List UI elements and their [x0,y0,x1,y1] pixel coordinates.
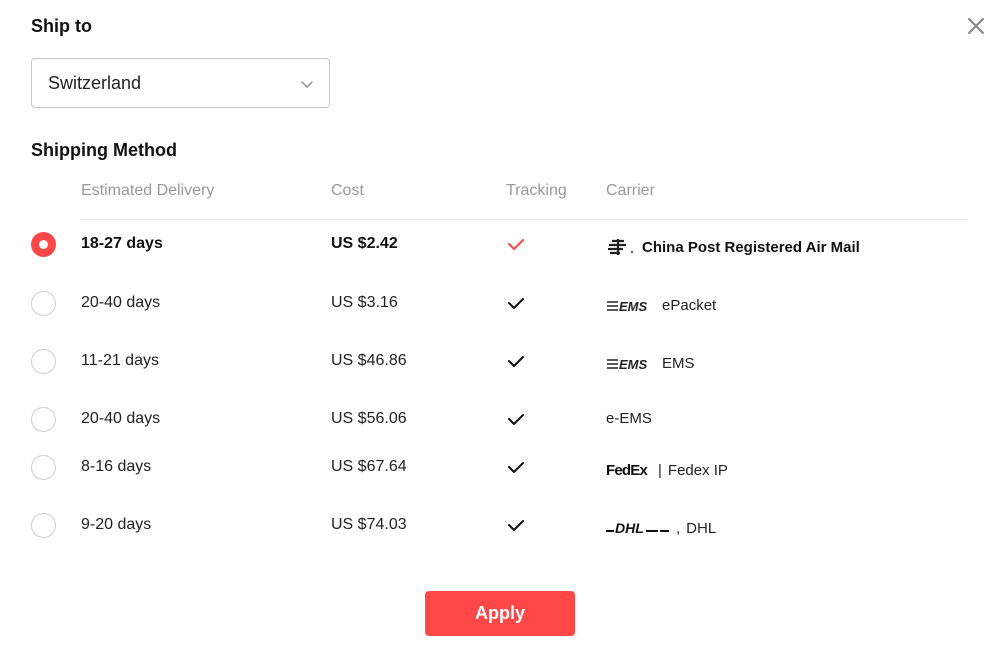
china-post-logo-icon [608,239,633,255]
shipping-cost: US $3.16 [331,294,398,311]
ship-to-title: Ship to [31,16,92,36]
dhl-logo-icon: DHL [606,520,669,536]
tracking-check-icon [508,239,524,250]
delivery-time: 20-40 days [81,410,161,427]
carrier-info: EMS ePacket [606,297,716,314]
delivery-time: 8-16 days [81,458,152,475]
shipping-cost: US $67.64 [331,458,407,475]
carrier-name: DHL [686,519,717,537]
shipping-row-fedex[interactable]: 8-16 days US $67.64 FedEx | Fedex IP [0,447,998,487]
country-select[interactable]: Switzerland [31,58,330,108]
svg-text:EMS: EMS [619,299,648,314]
radio-button[interactable] [31,455,56,480]
shipping-row-ems[interactable]: 11-21 days US $46.86 EMS EMS [0,341,998,381]
carrier-info: EMS EMS [606,355,695,372]
shipping-cost: US $2.42 [331,235,398,252]
fedex-logo-icon: FedEx [606,462,649,479]
delivery-time: 18-27 days [81,235,163,252]
svg-text:FedEx: FedEx [606,462,648,479]
column-header-carrier: Carrier [606,182,655,199]
radio-button-selected[interactable] [31,232,56,257]
carrier-name: China Post Registered Air Mail [642,238,860,256]
tracking-check-icon [508,520,524,531]
ems-logo-icon: EMS [607,357,648,372]
chevron-down-icon [301,81,313,88]
carrier-info: e-EMS [606,410,652,427]
tracking-check-icon [508,356,524,367]
shipping-row-china-post[interactable]: 18-27 days US $2.42 China Post Registere… [0,224,998,264]
carrier-info: DHL , DHL [606,519,716,537]
shipping-row-e-ems[interactable]: 20-40 days US $56.06 e-EMS [0,399,998,439]
carrier-separator: , [676,519,681,537]
radio-button[interactable] [31,291,56,316]
carrier-info: China Post Registered Air Mail [606,237,860,257]
svg-text:EMS: EMS [619,357,648,372]
carrier-separator: | [658,461,662,479]
shipping-cost: US $46.86 [331,352,407,369]
column-header-delivery: Estimated Delivery [81,182,215,199]
carrier-name: e-EMS [606,410,652,427]
carrier-name: Fedex IP [667,461,728,479]
delivery-time: 9-20 days [81,516,152,533]
svg-text:DHL: DHL [615,520,644,536]
tracking-check-icon [508,414,524,425]
column-header-cost: Cost [331,182,364,199]
ems-logo-icon: EMS [607,299,648,314]
radio-button[interactable] [31,407,56,432]
shipping-row-epacket[interactable]: 20-40 days US $3.16 EMS ePacket [0,283,998,323]
carrier-name: EMS [662,355,695,372]
carrier-name: ePacket [662,297,717,314]
shipping-row-dhl[interactable]: 9-20 days US $74.03 DHL , DHL [0,505,998,545]
shipping-method-title: Shipping Method [31,140,177,160]
apply-button[interactable]: Apply [425,591,575,636]
tracking-check-icon [508,298,524,309]
tracking-check-icon [508,462,524,473]
radio-button[interactable] [31,513,56,538]
country-select-value: Switzerland [48,73,142,93]
delivery-time: 11-21 days [81,352,159,369]
column-header-tracking: Tracking [506,182,567,199]
shipping-cost: US $74.03 [331,516,407,533]
radio-button[interactable] [31,349,56,374]
shipping-cost: US $56.06 [331,410,407,427]
carrier-info: FedEx | Fedex IP [606,461,728,480]
header-divider [81,219,968,220]
close-icon[interactable] [964,14,988,38]
delivery-time: 20-40 days [81,294,161,311]
